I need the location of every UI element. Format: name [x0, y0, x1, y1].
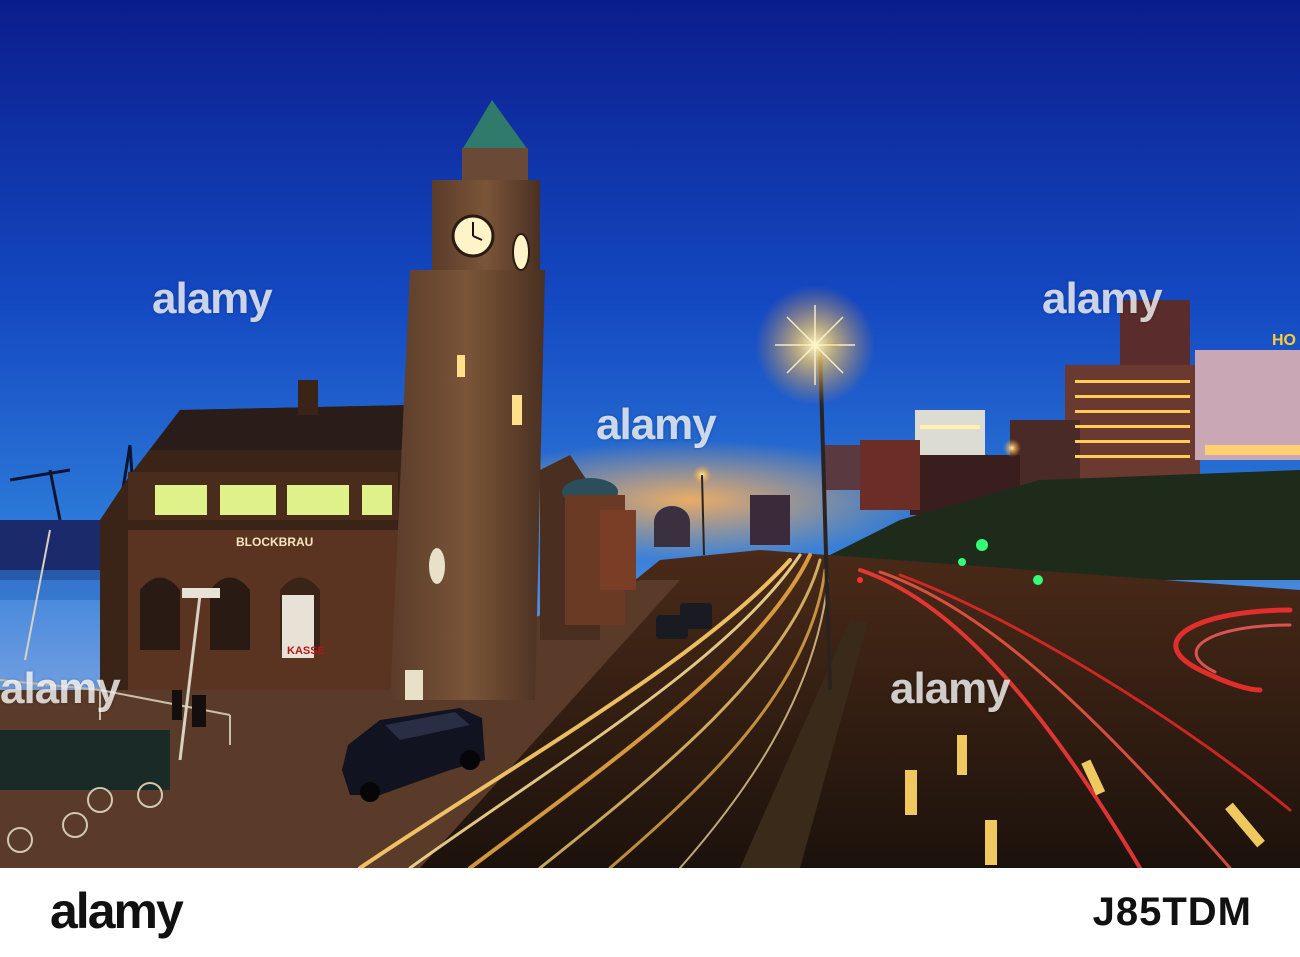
image-id: J85TDM — [1092, 890, 1252, 934]
footer-logo[interactable]: alamy — [50, 886, 184, 936]
watermark: alamy — [596, 400, 717, 449]
footer-bar: alamy J85TDM — [0, 868, 1300, 957]
clock-face-side — [512, 233, 530, 271]
watermark: alamy — [0, 664, 121, 713]
stairwell — [0, 730, 170, 790]
svg-text:BLOCKBRAU: BLOCKBRAU — [236, 535, 313, 549]
footer-info: J85TDM — [1093, 886, 1252, 932]
photo: HO KASSE BLOCKBRAU alamy alamy alamy ala… — [0, 0, 1300, 868]
watermark: alamy — [1042, 274, 1163, 323]
hotel-sign-text: HO — [1272, 332, 1296, 349]
pier-ramp — [0, 570, 110, 600]
svg-text:KASSE: KASSE — [287, 645, 325, 657]
watermark: alamy — [890, 664, 1011, 713]
watermark: alamy — [152, 274, 273, 323]
